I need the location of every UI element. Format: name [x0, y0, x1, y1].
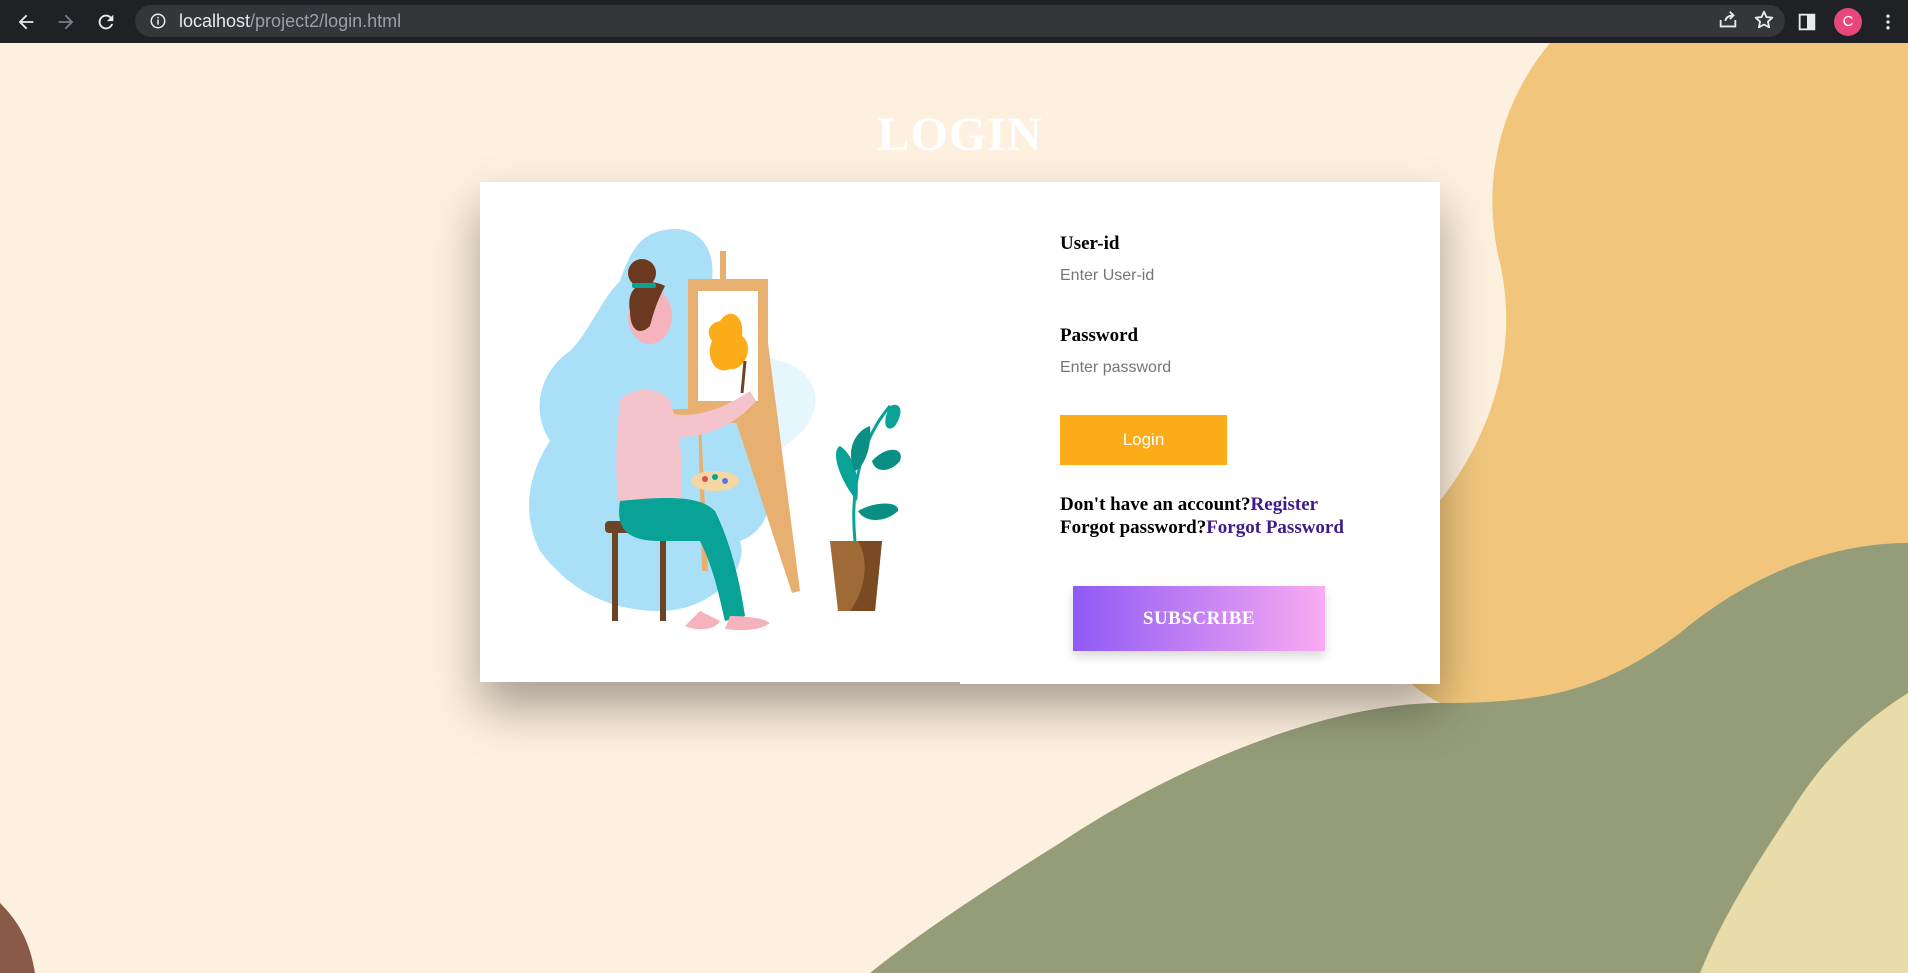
url-path: /project2/login.html	[250, 10, 402, 31]
side-panel-icon[interactable]	[1796, 11, 1818, 33]
star-icon[interactable]	[1753, 9, 1775, 31]
browser-toolbar: localhost/project2/login.html C	[0, 0, 1908, 43]
page-title: LOGIN	[877, 108, 1043, 161]
subscribe-button[interactable]: SUBSCRIBE	[1073, 586, 1325, 651]
omnibox-actions	[1717, 9, 1775, 31]
painter-illustration	[529, 229, 901, 631]
login-button[interactable]: Login	[1060, 415, 1227, 465]
userid-label: User-id	[1060, 233, 1120, 254]
back-button[interactable]	[6, 0, 46, 43]
chrome-right-actions: C	[1796, 0, 1908, 43]
register-link[interactable]: Register	[1251, 494, 1319, 515]
login-form: User-id Password Login Don't have an acc…	[1060, 233, 1390, 539]
info-icon[interactable]	[149, 12, 167, 30]
profile-avatar[interactable]: C	[1834, 7, 1862, 36]
forward-button[interactable]	[46, 0, 86, 43]
account-links: Don't have an account?Register Forgot pa…	[1060, 493, 1350, 539]
password-label: Password	[1060, 325, 1139, 346]
kebab-menu-icon[interactable]	[1878, 12, 1898, 32]
reload-icon	[98, 14, 114, 29]
userid-input[interactable]	[1060, 267, 1320, 285]
forgot-password-text: Forgot password?	[1060, 517, 1207, 538]
forward-icon	[58, 14, 74, 29]
url-host: localhost	[179, 10, 251, 31]
reload-button[interactable]	[86, 0, 126, 43]
forgot-password-link[interactable]: Forgot Password	[1206, 517, 1344, 538]
page-content: LOGIN User-id Enter User-id Password Log…	[0, 43, 1908, 973]
share-icon[interactable]	[1717, 9, 1739, 31]
password-group: Password	[1060, 325, 1390, 377]
url-text: localhost/project2/login.html	[179, 11, 401, 32]
address-bar[interactable]: localhost/project2/login.html	[135, 5, 1785, 37]
no-account-text: Don't have an account?	[1060, 494, 1251, 515]
password-input[interactable]	[1060, 359, 1320, 377]
back-icon	[18, 14, 34, 29]
